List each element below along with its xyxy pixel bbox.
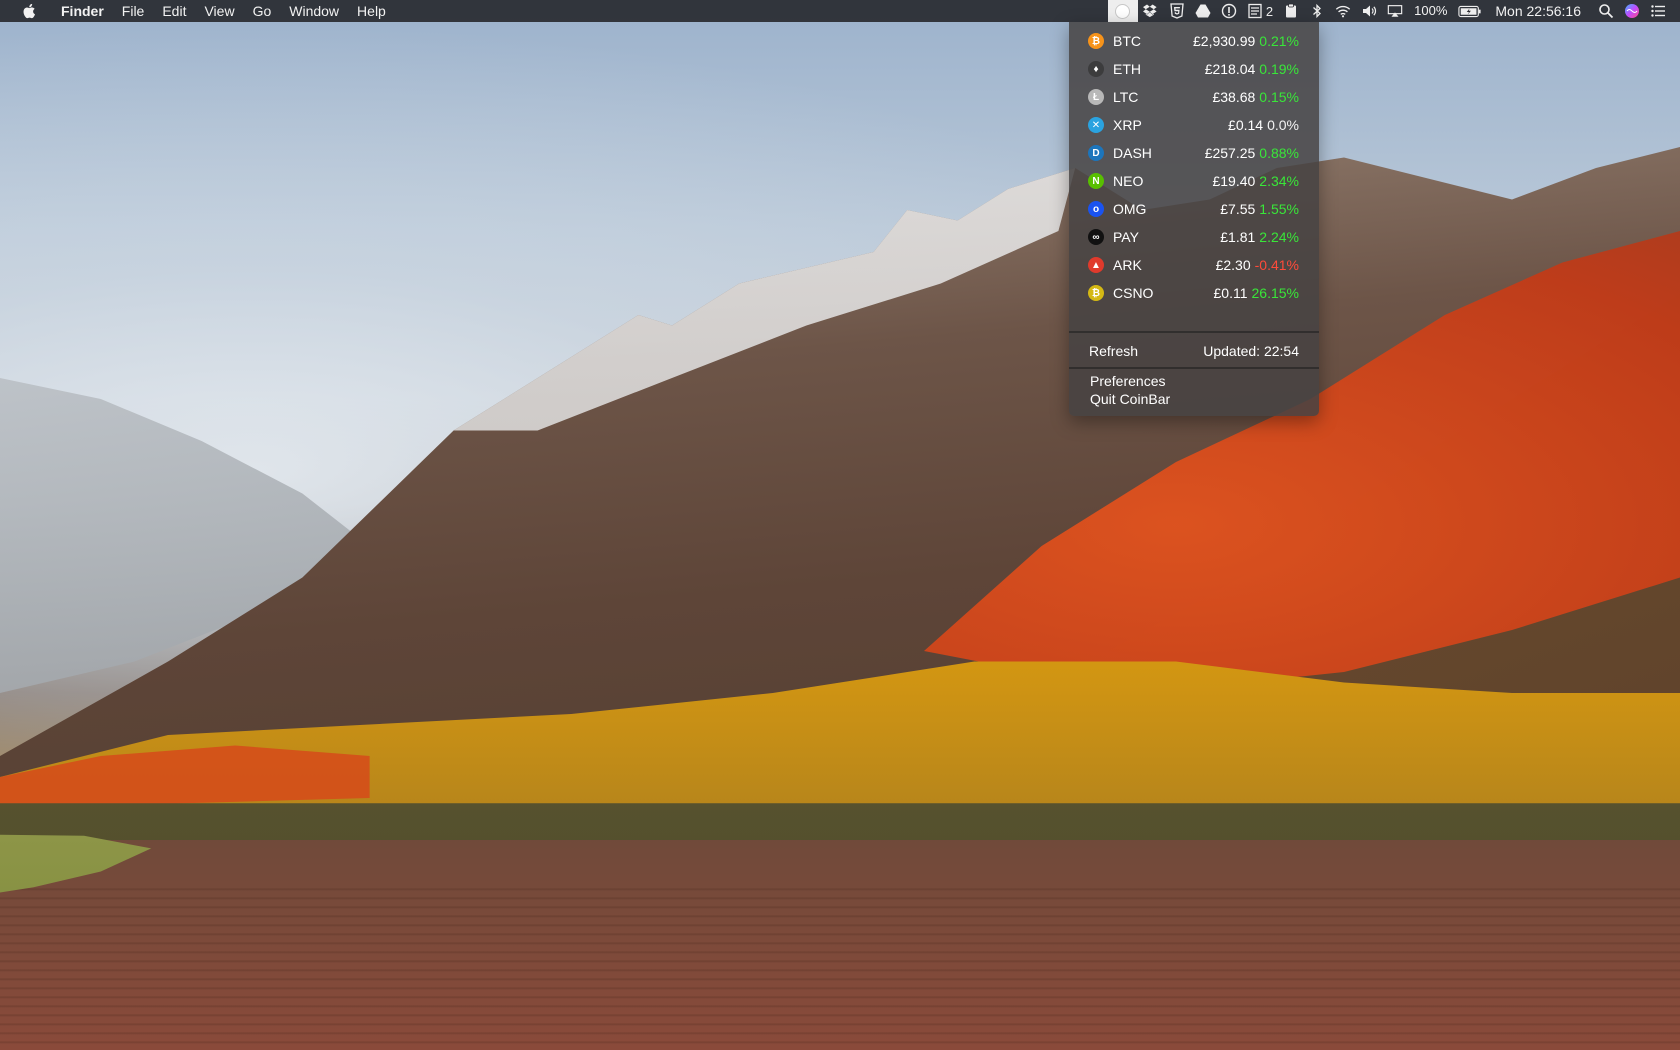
coin-row-pay[interactable]: ∞ PAY £1.81 2.24%: [1069, 222, 1319, 252]
refresh-button[interactable]: Refresh: [1089, 343, 1138, 359]
coin-change: -0.41%: [1254, 257, 1299, 273]
coin-price-group: £19.40 2.34%: [1212, 173, 1299, 189]
neo-coin-icon: N: [1088, 173, 1104, 189]
coin-price-group: £2.30 -0.41%: [1216, 257, 1299, 273]
wifi-icon[interactable]: [1330, 0, 1356, 22]
notes-badge: 2: [1265, 3, 1274, 19]
coin-row-omg[interactable]: o OMG £7.55 1.55%: [1069, 194, 1319, 224]
apple-menu-icon[interactable]: [18, 0, 38, 22]
clock[interactable]: Mon 22:56:16: [1487, 3, 1593, 19]
coin-price: £2.30: [1215, 257, 1251, 273]
volume-icon[interactable]: [1356, 0, 1382, 22]
quit-coinbar-menu-item[interactable]: Quit CoinBar: [1090, 391, 1170, 407]
coin-price: £38.68: [1212, 89, 1256, 105]
coin-row-ltc[interactable]: Ł LTC £38.68 0.15%: [1069, 82, 1319, 112]
coinbar-status-icon[interactable]: [1107, 0, 1138, 22]
coin-change: 2.34%: [1259, 173, 1299, 189]
coin-symbol: LTC: [1113, 89, 1139, 105]
menu-bar: Finder File Edit View Go Window Help 2 1…: [0, 0, 1680, 22]
notification-center-icon[interactable]: [1645, 0, 1680, 22]
coin-price-group: £218.04 0.19%: [1205, 61, 1299, 77]
coin-price-group: £0.11 26.15%: [1214, 285, 1299, 301]
coin-row-neo[interactable]: N NEO £19.40 2.34%: [1069, 166, 1319, 196]
coin-change: 0.0%: [1267, 117, 1299, 133]
google-drive-icon[interactable]: [1190, 0, 1216, 22]
coin-symbol: ARK: [1113, 257, 1142, 273]
dash-coin-icon: D: [1088, 145, 1104, 161]
coin-change: 26.15%: [1251, 285, 1299, 301]
clipboard-icon[interactable]: [1278, 0, 1304, 22]
coin-price-group: £7.55 1.55%: [1220, 201, 1299, 217]
airplay-icon[interactable]: [1382, 0, 1408, 22]
eth-coin-icon: ♦: [1088, 61, 1104, 77]
coin-price: £7.55: [1220, 201, 1256, 217]
coin-price: £1.81: [1220, 229, 1256, 245]
coin-row-dash[interactable]: D DASH £257.25 0.88%: [1069, 138, 1319, 168]
coin-price-group: £0.14 0.0%: [1228, 117, 1299, 133]
notes-icon[interactable]: 2: [1242, 0, 1278, 22]
coin-symbol: CSNO: [1113, 285, 1154, 301]
menu-view[interactable]: View: [195, 0, 243, 22]
coin-symbol: BTC: [1113, 33, 1141, 49]
coin-price-group: £38.68 0.15%: [1212, 89, 1299, 105]
separator: [1069, 367, 1319, 369]
coin-price-group: £1.81 2.24%: [1220, 229, 1299, 245]
csno-coin-icon: ₿: [1088, 285, 1104, 301]
menu-help[interactable]: Help: [348, 0, 395, 22]
coin-symbol: XRP: [1113, 117, 1142, 133]
omg-coin-icon: o: [1088, 201, 1104, 217]
coin-price: £257.25: [1204, 145, 1256, 161]
coin-price: £0.11: [1213, 285, 1248, 301]
siri-icon[interactable]: [1619, 0, 1645, 22]
battery-icon[interactable]: [1453, 0, 1487, 22]
coinbar-dropdown-menu: ₿ BTC £2,930.99 0.21% ♦ ETH £218.04 0.19% Ł LTC £3…: [1069, 22, 1319, 416]
bluetooth-icon[interactable]: [1304, 0, 1330, 22]
coin-change: 0.88%: [1259, 145, 1299, 161]
dropbox-icon[interactable]: [1138, 0, 1164, 22]
coin-price: £218.04: [1204, 61, 1256, 77]
coin-symbol: PAY: [1113, 229, 1139, 245]
spotlight-search-icon[interactable]: [1593, 0, 1619, 22]
menu-file[interactable]: File: [113, 0, 154, 22]
refresh-row[interactable]: Refresh Updated: 22:54: [1089, 343, 1299, 359]
coin-price-group: £257.25 0.88%: [1205, 145, 1299, 161]
coin-price-group: £2,930.99 0.21%: [1193, 33, 1299, 49]
desktop-wallpaper: [0, 0, 1680, 1050]
coin-symbol: DASH: [1113, 145, 1152, 161]
coin-change: 0.21%: [1259, 33, 1299, 49]
pay-coin-icon: ∞: [1088, 229, 1104, 245]
coin-row-csno[interactable]: ₿ CSNO £0.11 26.15%: [1069, 278, 1319, 308]
coin-change: 1.55%: [1259, 201, 1299, 217]
coin-price: £2,930.99: [1193, 33, 1256, 49]
ark-coin-icon: ▲: [1088, 257, 1104, 273]
btc-coin-icon: ₿: [1088, 33, 1104, 49]
menu-bar-left: Finder File Edit View Go Window Help: [0, 0, 395, 22]
coin-price: £19.40: [1212, 173, 1256, 189]
html5-icon[interactable]: [1164, 0, 1190, 22]
coin-price: £0.14: [1228, 117, 1264, 133]
istat-icon[interactable]: [1216, 0, 1242, 22]
menu-finder[interactable]: Finder: [52, 0, 113, 22]
coin-symbol: OMG: [1113, 201, 1147, 217]
menu-bar-status-area: 2 100% Mon 22:56:16: [1107, 0, 1680, 22]
menu-edit[interactable]: Edit: [153, 0, 195, 22]
coin-change: 0.15%: [1259, 89, 1299, 105]
coin-row-ark[interactable]: ▲ ARK £2.30 -0.41%: [1069, 250, 1319, 280]
battery-percent: 100%: [1414, 3, 1448, 18]
coin-change: 0.19%: [1259, 61, 1299, 77]
coin-symbol: NEO: [1113, 173, 1144, 189]
coin-row-btc[interactable]: ₿ BTC £2,930.99 0.21%: [1069, 26, 1319, 56]
preferences-menu-item[interactable]: Preferences: [1090, 373, 1165, 389]
menu-go[interactable]: Go: [244, 0, 281, 22]
updated-time: Updated: 22:54: [1203, 343, 1299, 359]
coin-row-xrp[interactable]: ✕ XRP £0.14 0.0%: [1069, 110, 1319, 140]
menu-window[interactable]: Window: [280, 0, 348, 22]
coin-symbol: ETH: [1113, 61, 1141, 77]
separator: [1069, 331, 1319, 333]
coin-row-eth[interactable]: ♦ ETH £218.04 0.19%: [1069, 54, 1319, 84]
coin-change: 2.24%: [1259, 229, 1299, 245]
ltc-coin-icon: Ł: [1088, 89, 1104, 105]
xrp-coin-icon: ✕: [1088, 117, 1104, 133]
coinbar-dot-icon: [1115, 3, 1131, 19]
